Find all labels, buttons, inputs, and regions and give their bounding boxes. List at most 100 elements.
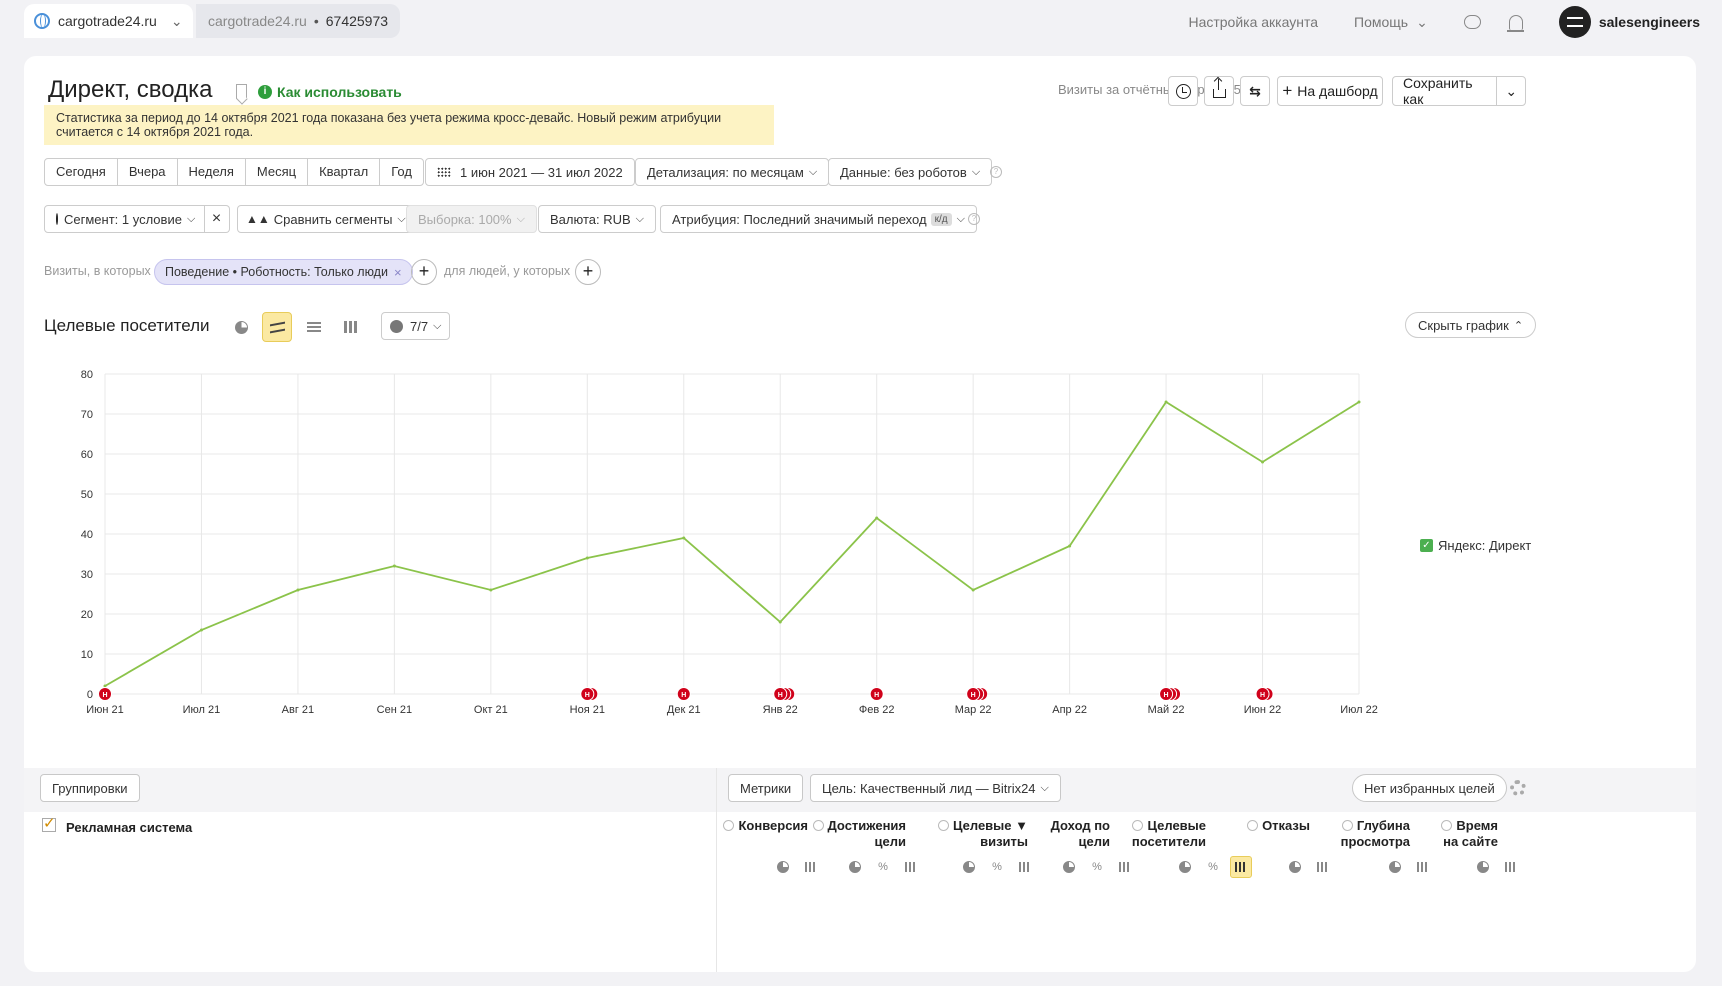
period-quarter[interactable]: Квартал: [308, 159, 381, 185]
period-week[interactable]: Неделя: [178, 159, 246, 185]
metric-title-line1: Время: [1456, 818, 1498, 833]
history-button[interactable]: [1168, 76, 1198, 106]
period-month[interactable]: Месяц: [246, 159, 309, 185]
metric-title-line2: цели: [1078, 834, 1110, 849]
metric-view-toggles: [1466, 856, 1522, 878]
currency-dropdown[interactable]: Валюта: RUB ⌵: [538, 205, 657, 233]
help-menu[interactable]: Помощь ⌄: [1354, 14, 1428, 31]
chart-type-line[interactable]: [262, 312, 292, 342]
groupings-button[interactable]: Группировки: [40, 774, 140, 802]
chevron-down-icon[interactable]: ⌄: [1496, 77, 1525, 105]
help-icon[interactable]: [1132, 820, 1144, 831]
date-range-picker[interactable]: 1 июн 2021 — 31 июл 2022: [425, 158, 635, 186]
chart-type-bar[interactable]: [336, 312, 366, 342]
pie-chart-icon[interactable]: [1284, 856, 1306, 878]
metric-column-header[interactable]: Целевые ▼ визиты: [937, 818, 1028, 850]
metric-column-header[interactable]: Отказы: [1247, 818, 1310, 834]
period-yesterday[interactable]: Вчера: [118, 159, 178, 185]
chart-type-area[interactable]: [299, 312, 329, 342]
checkbox-checked-icon[interactable]: ✓: [1420, 539, 1433, 552]
data-filter-dropdown[interactable]: Данные: без роботов ⌵: [828, 158, 993, 186]
bar-chart-icon[interactable]: [1014, 856, 1036, 878]
site-selector[interactable]: cargotrade24.ru ⌄: [24, 4, 193, 38]
bookmark-icon[interactable]: [236, 84, 247, 99]
report-card: Директ, сводка i Как использовать Визиты…: [24, 56, 1696, 972]
metrics-button[interactable]: Метрики: [728, 774, 804, 802]
counter-tab[interactable]: cargotrade24.ru • 67425973: [196, 4, 401, 38]
chat-icon[interactable]: [1463, 15, 1481, 29]
percent-icon[interactable]: %: [872, 856, 894, 878]
pie-chart-icon[interactable]: [1384, 856, 1406, 878]
bar-chart-icon[interactable]: [1412, 856, 1434, 878]
metric-column-header[interactable]: Время на сайте: [1441, 818, 1498, 850]
metric-view-toggles: [1278, 856, 1334, 878]
help-icon[interactable]: [937, 820, 949, 831]
export-button[interactable]: [1204, 76, 1234, 106]
bar-chart-icon[interactable]: [1312, 856, 1334, 878]
checkbox-checked-icon[interactable]: ✓: [42, 816, 56, 832]
help-icon[interactable]: ?: [968, 213, 980, 225]
metric-title-line1: Целевые ▼: [952, 818, 1028, 833]
help-icon[interactable]: ?: [990, 166, 1002, 178]
help-icon[interactable]: [723, 820, 735, 831]
data-point: [1357, 400, 1361, 404]
percent-icon[interactable]: %: [1202, 856, 1224, 878]
username[interactable]: salesengineers: [1599, 14, 1700, 30]
pie-chart-icon[interactable]: [958, 856, 980, 878]
compare-segments-dropdown[interactable]: ▲▲ Сравнить сегменты ⌵: [237, 205, 415, 233]
y-tick-label: 80: [81, 369, 93, 381]
pie-chart-icon[interactable]: [1058, 856, 1080, 878]
metric-column-header[interactable]: Целевые посетители: [1132, 818, 1206, 850]
period-year[interactable]: Год: [380, 159, 423, 185]
period-today[interactable]: Сегодня: [45, 159, 118, 185]
bar-chart-icon[interactable]: [1230, 856, 1252, 878]
how-to-use-link[interactable]: Как использовать: [277, 84, 402, 100]
y-tick-label: 0: [87, 689, 93, 701]
save-as-button[interactable]: Сохранить как ⌄: [1392, 75, 1526, 107]
compare-toggle-button[interactable]: ⇆: [1240, 76, 1270, 106]
metric-column-header[interactable]: Достижения цели: [812, 818, 906, 850]
help-icon[interactable]: [1247, 820, 1259, 831]
pie-chart-icon[interactable]: [1472, 856, 1494, 878]
x-tick-label: Июл 21: [183, 704, 221, 716]
add-visit-filter-button[interactable]: +: [411, 259, 437, 285]
pie-chart-icon[interactable]: [1174, 856, 1196, 878]
favorite-goals-button[interactable]: Нет избранных целей: [1352, 774, 1507, 802]
add-to-dashboard-button[interactable]: + На дашборд: [1277, 76, 1383, 106]
detail-dropdown[interactable]: Детализация: по месяцам ⌵: [635, 158, 830, 186]
pie-chart-icon[interactable]: [844, 856, 866, 878]
segment-dropdown[interactable]: Сегмент: 1 условие ⌵: [44, 205, 205, 233]
chart-type-pie[interactable]: [226, 312, 256, 342]
notes-dropdown[interactable]: 7/7 ⌵: [381, 312, 451, 340]
add-people-filter-button[interactable]: +: [575, 259, 601, 285]
goal-dropdown[interactable]: Цель: Качественный лид — Bitrix24 ⌵: [810, 774, 1061, 802]
save-as-label: Сохранить как: [1403, 75, 1473, 107]
metric-column-header[interactable]: Конверсия: [723, 818, 808, 834]
metric-column-header[interactable]: Глубина просмотра: [1341, 818, 1410, 850]
bar-chart-icon[interactable]: [900, 856, 922, 878]
data-point: [199, 628, 203, 632]
metric-view-toggles: [766, 856, 822, 878]
gear-icon[interactable]: [1510, 780, 1526, 796]
bell-icon[interactable]: [1506, 14, 1524, 32]
bar-chart-icon[interactable]: [1500, 856, 1522, 878]
help-icon[interactable]: [1441, 820, 1453, 831]
behavior-filter-chip[interactable]: Поведение • Роботность: Только люди ×: [154, 259, 413, 285]
attribution-dropdown[interactable]: Атрибуция: Последний значимый переход к/…: [660, 205, 977, 233]
help-icon[interactable]: [1341, 820, 1353, 831]
help-icon[interactable]: [812, 820, 824, 831]
avatar[interactable]: [1558, 6, 1591, 38]
pie-chart-icon[interactable]: [772, 856, 794, 878]
metric-column-header[interactable]: Доход по цели: [1051, 818, 1110, 850]
x-tick-label: Окт 21: [474, 704, 508, 716]
bar-chart-icon[interactable]: [800, 856, 822, 878]
bar-chart-icon[interactable]: [1114, 856, 1136, 878]
percent-icon[interactable]: %: [1086, 856, 1108, 878]
close-icon[interactable]: ×: [394, 265, 402, 280]
percent-icon[interactable]: %: [986, 856, 1008, 878]
clear-segment-button[interactable]: ×: [204, 205, 230, 233]
y-tick-label: 40: [81, 529, 93, 541]
account-settings-link[interactable]: Настройка аккаунта: [1188, 14, 1318, 30]
chart-legend[interactable]: ✓ Яндекс: Директ: [1420, 538, 1531, 553]
hide-chart-button[interactable]: Скрыть график ⌃: [1405, 312, 1537, 338]
